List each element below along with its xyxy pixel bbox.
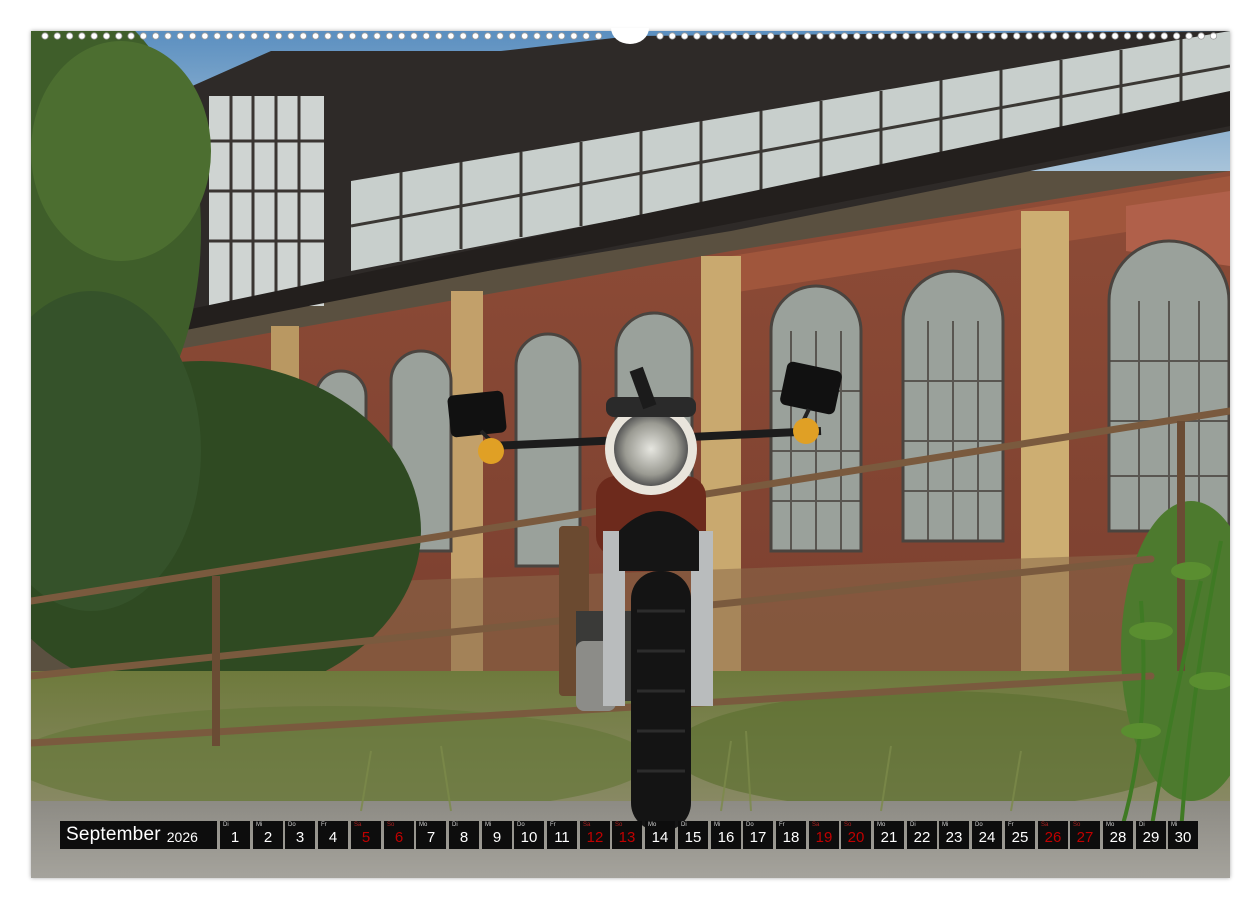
day-number: 12 xyxy=(586,829,604,846)
weekday-abbrev: Mo xyxy=(877,822,886,828)
calendar-day: So 13 xyxy=(612,821,642,849)
month-name: September xyxy=(66,824,161,845)
calendar-day: Fr 11 xyxy=(547,821,577,849)
day-number: 3 xyxy=(295,829,305,846)
day-number: 10 xyxy=(520,829,538,846)
weekday-abbrev: Sa xyxy=(583,822,591,828)
left-mirror xyxy=(447,390,507,438)
day-number: 21 xyxy=(880,829,898,846)
weekday-abbrev: Do xyxy=(288,822,296,828)
day-number: 5 xyxy=(361,829,371,846)
weekday-abbrev: Di xyxy=(910,822,916,828)
month-label: September 2026 xyxy=(60,821,217,849)
weekday-abbrev: Di xyxy=(223,822,229,828)
day-number: 28 xyxy=(1109,829,1127,846)
weekday-abbrev: Mi xyxy=(714,822,721,828)
day-number: 26 xyxy=(1044,829,1062,846)
calendar-day: Sa 5 xyxy=(351,821,381,849)
calendar-day: Sa 19 xyxy=(809,821,839,849)
weekday-abbrev: Di xyxy=(681,822,687,828)
weekday-abbrev: Mo xyxy=(648,822,657,828)
day-number: 8 xyxy=(459,829,469,846)
weekday-abbrev: Di xyxy=(1139,822,1145,828)
calendar-day: Mi 23 xyxy=(939,821,969,849)
weekday-abbrev: Sa xyxy=(354,822,362,828)
month-year: 2026 xyxy=(166,828,198,845)
day-number: 11 xyxy=(554,829,570,846)
day-number: 14 xyxy=(651,829,669,846)
day-number: 24 xyxy=(978,829,996,846)
calendar-day: So 27 xyxy=(1070,821,1100,849)
weekday-abbrev: Mi xyxy=(1171,822,1178,828)
calendar-day: Mo 14 xyxy=(645,821,675,849)
day-number: 20 xyxy=(847,829,865,846)
calendar-day: So 20 xyxy=(841,821,871,849)
weekday-abbrev: Fr xyxy=(550,822,556,828)
calendar-day: Do 3 xyxy=(285,821,315,849)
calendar-day: Mi 30 xyxy=(1168,821,1198,849)
weekday-abbrev: Mo xyxy=(1106,822,1115,828)
weekday-abbrev: Sa xyxy=(1041,822,1049,828)
calendar-day: Do 17 xyxy=(743,821,773,849)
day-number: 22 xyxy=(913,829,931,846)
calendar-day: Mo 21 xyxy=(874,821,904,849)
day-number: 7 xyxy=(426,829,436,846)
calendar-day: Mi 9 xyxy=(482,821,512,849)
day-number: 17 xyxy=(749,829,767,846)
calendar-day: Fr 18 xyxy=(776,821,806,849)
calendar-day: Do 10 xyxy=(514,821,544,849)
calendar-day: Sa 26 xyxy=(1038,821,1068,849)
weekday-abbrev: Mo xyxy=(419,822,428,828)
day-number: 30 xyxy=(1174,829,1192,846)
calendar-day: Di 22 xyxy=(907,821,937,849)
weekday-abbrev: So xyxy=(615,822,623,828)
weekday-abbrev: Mi xyxy=(485,822,492,828)
weekday-abbrev: Do xyxy=(975,822,983,828)
weekday-abbrev: Fr xyxy=(321,822,327,828)
calendar-day: Fr 4 xyxy=(318,821,348,849)
calendar-day: Mi 16 xyxy=(711,821,741,849)
calendar-day: Di 15 xyxy=(678,821,708,849)
weekday-abbrev: So xyxy=(1073,822,1081,828)
weekday-abbrev: So xyxy=(844,822,852,828)
weekday-abbrev: Do xyxy=(746,822,754,828)
calendar-day: Do 24 xyxy=(972,821,1002,849)
calendar-day: Di 8 xyxy=(449,821,479,849)
day-number: 13 xyxy=(618,829,636,846)
day-number: 25 xyxy=(1011,829,1029,846)
weekday-abbrev: Mi xyxy=(942,822,949,828)
weekday-abbrev: Di xyxy=(452,822,458,828)
calendar-day: Di 29 xyxy=(1136,821,1166,849)
day-number: 15 xyxy=(684,829,702,846)
weekday-abbrev: Fr xyxy=(779,822,785,828)
day-number: 19 xyxy=(815,829,833,846)
day-number: 1 xyxy=(230,829,240,846)
weekday-abbrev: Do xyxy=(517,822,525,828)
calendar-strip: September 2026 Di 1 Mi 2 Do 3 Fr 4 Sa 5 So 6 Mo 7 Di 8 M… xyxy=(60,821,1202,849)
calendar-day: So 6 xyxy=(384,821,414,849)
day-number: 4 xyxy=(328,829,338,846)
calendar-day: Mi 2 xyxy=(253,821,283,849)
weekday-abbrev: Sa xyxy=(812,822,820,828)
calendar-day: Fr 25 xyxy=(1005,821,1035,849)
day-number: 23 xyxy=(945,829,963,846)
day-number: 2 xyxy=(263,829,273,846)
day-number: 27 xyxy=(1076,829,1094,846)
weekday-abbrev: So xyxy=(387,822,395,828)
day-number: 16 xyxy=(717,829,735,846)
day-number: 9 xyxy=(492,829,502,846)
calendar-day: Di 1 xyxy=(220,821,250,849)
weekday-abbrev: Mi xyxy=(256,822,263,828)
day-number: 6 xyxy=(394,829,404,846)
day-number: 18 xyxy=(782,829,800,846)
weekday-abbrev: Fr xyxy=(1008,822,1014,828)
day-number: 29 xyxy=(1142,829,1160,846)
calendar-day: Sa 12 xyxy=(580,821,610,849)
photo-motorcycle-factory xyxy=(31,31,1230,878)
calendar-day: Mo 7 xyxy=(416,821,446,849)
calendar-day: Mo 28 xyxy=(1103,821,1133,849)
